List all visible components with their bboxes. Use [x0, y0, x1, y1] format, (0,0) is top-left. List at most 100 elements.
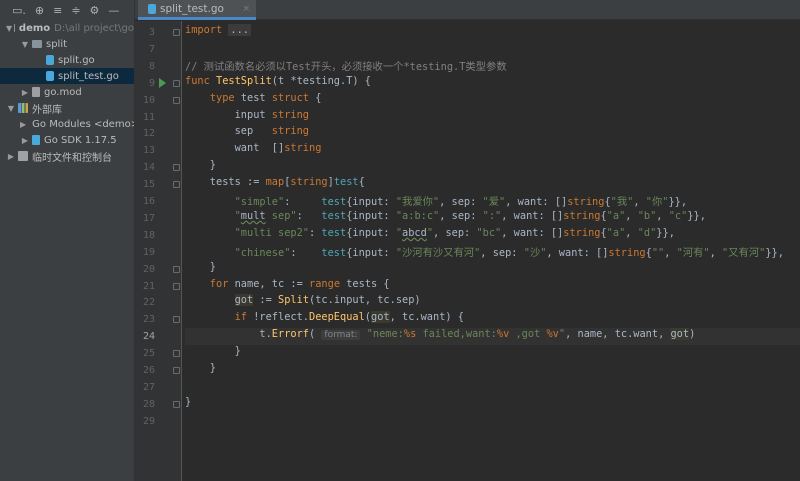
- code-token: ,: [625, 226, 638, 239]
- code-token: {input:: [346, 209, 396, 222]
- tree-item[interactable]: ▶ Go Modules <demo>: [0, 116, 134, 132]
- code-token: got: [234, 294, 254, 307]
- code-token: ,got: [509, 328, 547, 341]
- fold-marker-icon[interactable]: [173, 282, 180, 290]
- code-token: string: [284, 142, 322, 155]
- code-token: }},: [687, 209, 706, 222]
- code-token: t.: [185, 328, 272, 341]
- code-token: :: [296, 209, 322, 222]
- code-token: , want: []: [501, 226, 564, 239]
- line-number: 24: [142, 331, 155, 343]
- fold-marker-icon[interactable]: [173, 367, 180, 374]
- fold-marker-icon[interactable]: [173, 350, 180, 358]
- close-icon[interactable]: ×: [242, 4, 250, 14]
- code-token: range: [309, 277, 347, 290]
- line-number: 21: [142, 280, 155, 292]
- code-line: tests := map[string]test{: [185, 176, 800, 193]
- fold-marker-icon[interactable]: [173, 29, 180, 36]
- code-token: "c": [668, 209, 688, 222]
- code-token: !reflect.: [253, 311, 309, 324]
- go-test-file-icon: [148, 3, 156, 14]
- locate-icon[interactable]: ⊕: [35, 4, 44, 17]
- code-token: "又有河": [722, 246, 766, 259]
- code-line: func TestSplit(t *testing.T) {: [185, 75, 800, 92]
- tree-item-label: demo: [18, 22, 51, 34]
- tree-item-label: split_test.go: [58, 70, 119, 82]
- folder-icon: [14, 24, 15, 32]
- code-editor[interactable]: 3 7 8 9 10 11 12 13 14 15 16 17 18 19 20 21 22 23 24 25 26 27…: [135, 21, 800, 481]
- code-token: %v: [546, 328, 559, 341]
- fold-marker-icon[interactable]: [173, 164, 180, 172]
- hide-icon[interactable]: —: [108, 4, 119, 17]
- code-token: :: [309, 226, 322, 239]
- code-token: got: [371, 311, 390, 324]
- code-token: Errorf: [271, 328, 309, 341]
- code-token: {: [358, 176, 365, 189]
- project-view-icon[interactable]: ▭.: [12, 4, 26, 17]
- code-token: "我爱你": [395, 196, 440, 208]
- code-token: , want: []: [546, 246, 609, 259]
- run-test-icon[interactable]: [159, 78, 166, 89]
- code-token: Split: [278, 294, 310, 307]
- chevron-right-icon[interactable]: ▶: [20, 120, 26, 129]
- tab-split-test-go[interactable]: split_test.go ×: [138, 0, 256, 20]
- gear-icon[interactable]: ⚙: [90, 4, 100, 17]
- expand-all-icon[interactable]: ≡: [53, 4, 62, 17]
- chevron-down-icon[interactable]: ▼: [20, 40, 30, 49]
- tree-item[interactable]: ▼ 外部库: [0, 100, 134, 116]
- tree-item[interactable]: split.go: [0, 52, 134, 68]
- code-token: TestSplit: [216, 74, 272, 87]
- tree-item[interactable]: ▶ go.mod: [0, 84, 134, 100]
- chevron-right-icon[interactable]: ▶: [20, 136, 30, 145]
- code-line: }: [185, 345, 800, 362]
- code-token: abcd: [402, 226, 427, 239]
- code-token: func: [185, 74, 216, 87]
- code-token: %v: [496, 328, 510, 341]
- tree-item-label: 外部库: [32, 104, 62, 116]
- fold-marker-icon[interactable]: [173, 400, 180, 408]
- code-line: "simple": test{input: "我爱你", sep: "爱", w…: [185, 193, 800, 210]
- tab-label: split_test.go: [160, 2, 224, 15]
- code-token: "multi sep2": [185, 226, 309, 239]
- chevron-down-icon[interactable]: ▼: [6, 104, 16, 113]
- parameter-hint: format:: [321, 330, 361, 341]
- collapse-all-icon[interactable]: ≑: [71, 4, 80, 17]
- chevron-right-icon[interactable]: ▶: [6, 152, 16, 161]
- code-token: sep": [265, 209, 297, 222]
- tree-item[interactable]: split_test.go: [0, 68, 134, 84]
- fold-marker-icon[interactable]: [173, 265, 180, 273]
- code-token: ,: [633, 196, 646, 208]
- code-token: "neme:: [360, 328, 404, 341]
- tree-item-label: split.go: [58, 54, 95, 66]
- line-number: 18: [142, 229, 155, 241]
- chevron-right-icon[interactable]: ▶: [20, 88, 30, 97]
- scratch-icon: [18, 151, 28, 161]
- code-line: if !reflect.DeepEqual(got, tc.want) {: [185, 311, 800, 328]
- code-token: test: [321, 226, 347, 239]
- fold-marker-icon[interactable]: [173, 316, 180, 324]
- gutter: 3 7 8 9 10 11 12 13 14 15 16 17 18 19 20 21 22 23 24 25 26 27…: [135, 21, 182, 481]
- tree-item[interactable]: ▼ split: [0, 36, 134, 52]
- code-token: , want: []: [505, 196, 568, 208]
- code-token: {input:: [346, 246, 396, 259]
- fold-marker-icon[interactable]: [173, 79, 180, 87]
- code-token: map: [265, 176, 285, 189]
- tree-item-label: go.mod: [44, 86, 82, 98]
- code-token: ,: [625, 209, 638, 222]
- code-token: , sep:: [439, 196, 483, 208]
- tree-item[interactable]: ▶ Go SDK 1.17.5: [0, 132, 134, 148]
- code-token: ,: [664, 246, 677, 259]
- code-token: "河有": [676, 246, 710, 259]
- code-line: }: [185, 159, 800, 176]
- fold-marker-icon[interactable]: [173, 96, 180, 104]
- tree-item[interactable]: ▼ demo D:\all project\go: [0, 20, 134, 36]
- code-token: {input:: [346, 226, 396, 239]
- code-token: if: [185, 311, 254, 324]
- fold-marker-icon[interactable]: [173, 181, 180, 189]
- chevron-down-icon[interactable]: ▼: [6, 24, 12, 33]
- tree-item[interactable]: ▶ 临时文件和控制台: [0, 148, 134, 164]
- code-token: (t *testing.T) {: [271, 74, 371, 87]
- code-token: string: [608, 246, 646, 259]
- folded-imports[interactable]: ...: [228, 24, 252, 36]
